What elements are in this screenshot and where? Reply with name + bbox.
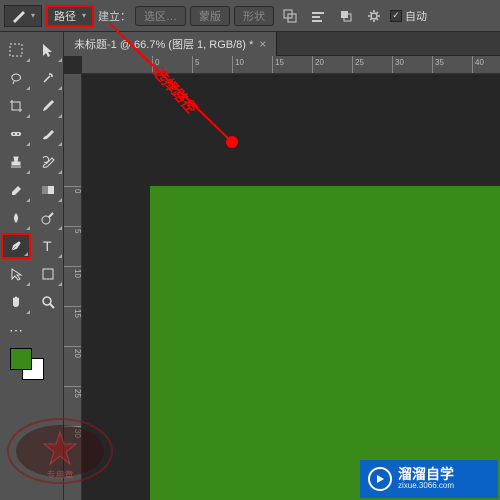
ruler-tick: 40 xyxy=(472,56,484,74)
tool-gradient[interactable] xyxy=(33,177,63,203)
close-icon[interactable]: × xyxy=(259,37,266,51)
tool-spacer xyxy=(33,317,63,343)
ruler-tick: 10 xyxy=(64,266,82,278)
tool-crop[interactable] xyxy=(1,93,31,119)
brand-name: 溜溜自学 xyxy=(398,467,454,482)
mode-dropdown[interactable]: 路径 ▾ xyxy=(46,5,94,27)
ruler-tick: 20 xyxy=(312,56,324,74)
tab-title: 未标题-1 @ 66.7% (图层 1, RGB/8) * xyxy=(74,36,253,52)
gear-icon[interactable] xyxy=(362,5,386,27)
ruler-tick: 25 xyxy=(352,56,364,74)
path-ops-icon[interactable] xyxy=(278,5,302,27)
tool-history-brush[interactable] xyxy=(33,149,63,175)
ruler-tick: 30 xyxy=(392,56,404,74)
tool-marquee[interactable] xyxy=(1,37,31,63)
chevron-down-icon: ▾ xyxy=(31,11,35,20)
tool-lasso[interactable] xyxy=(1,65,31,91)
ruler-tick: 35 xyxy=(432,56,444,74)
ruler-tick: 0 xyxy=(64,186,82,193)
auto-checkbox-wrap[interactable]: ✓ 自动 xyxy=(390,8,427,24)
chevron-down-icon: ▾ xyxy=(82,11,86,20)
tool-eyedropper[interactable] xyxy=(33,93,63,119)
make-selection-button[interactable]: 选区… xyxy=(135,6,186,26)
tool-dodge[interactable] xyxy=(33,205,63,231)
tab-bar: 未标题-1 @ 66.7% (图层 1, RGB/8) * × xyxy=(64,32,500,56)
tool-hand[interactable] xyxy=(1,289,31,315)
tool-path-select[interactable] xyxy=(1,261,31,287)
tool-zoom[interactable] xyxy=(33,289,63,315)
make-shape-button[interactable]: 形状 xyxy=(234,6,274,26)
brand-badge: 溜溜自学 zixue.3066.com xyxy=(360,460,498,498)
tools-grid: T ⋯ xyxy=(0,36,63,344)
align-icon[interactable] xyxy=(306,5,330,27)
color-swatches[interactable] xyxy=(0,344,63,388)
tool-eraser[interactable] xyxy=(1,177,31,203)
make-mask-button[interactable]: 蒙版 xyxy=(190,6,230,26)
mode-label: 路径 xyxy=(54,8,76,24)
tool-preset-dropdown[interactable]: ▾ xyxy=(4,5,42,27)
watermark-logo: 专用章 xyxy=(6,414,114,488)
document-area: 未标题-1 @ 66.7% (图层 1, RGB/8) * × 0 5 10 1… xyxy=(64,32,500,500)
tool-blur[interactable] xyxy=(1,205,31,231)
brand-url: zixue.3066.com xyxy=(398,482,454,491)
ruler-tick: 15 xyxy=(64,306,82,318)
tool-pen[interactable] xyxy=(1,233,31,259)
canvas[interactable] xyxy=(150,186,500,500)
checkbox-icon: ✓ xyxy=(390,10,402,22)
fg-color-swatch[interactable] xyxy=(10,348,32,370)
ruler-tick: 5 xyxy=(192,56,199,74)
tool-shape[interactable] xyxy=(33,261,63,287)
auto-label: 自动 xyxy=(405,8,427,24)
ruler-tick: 10 xyxy=(232,56,244,74)
arrange-icon[interactable] xyxy=(334,5,358,27)
options-bar: ▾ 路径 ▾ 建立： 选区… 蒙版 形状 ✓ 自动 xyxy=(0,0,500,32)
ruler-tick: 0 xyxy=(152,56,159,74)
tool-brush[interactable] xyxy=(33,121,63,147)
ruler-tick: 15 xyxy=(272,56,284,74)
establish-label: 建立： xyxy=(98,8,131,24)
svg-text:专用章: 专用章 xyxy=(46,469,73,480)
tool-type[interactable]: T xyxy=(33,233,63,259)
canvas-viewport[interactable] xyxy=(82,74,500,500)
tool-heal[interactable] xyxy=(1,121,31,147)
ruler-tick: 25 xyxy=(64,386,82,398)
ruler-tick: 20 xyxy=(64,346,82,358)
tool-move[interactable] xyxy=(33,37,63,63)
play-icon xyxy=(368,467,392,491)
ruler-horizontal: 0 5 10 15 20 25 30 35 40 xyxy=(82,56,500,74)
tool-stamp[interactable] xyxy=(1,149,31,175)
tool-edit-toolbar[interactable]: ⋯ xyxy=(1,317,31,343)
ruler-tick: 5 xyxy=(64,226,82,233)
pen-icon xyxy=(11,9,25,23)
tool-wand[interactable] xyxy=(33,65,63,91)
document-tab[interactable]: 未标题-1 @ 66.7% (图层 1, RGB/8) * × xyxy=(64,32,277,56)
svg-text:T: T xyxy=(43,238,52,254)
